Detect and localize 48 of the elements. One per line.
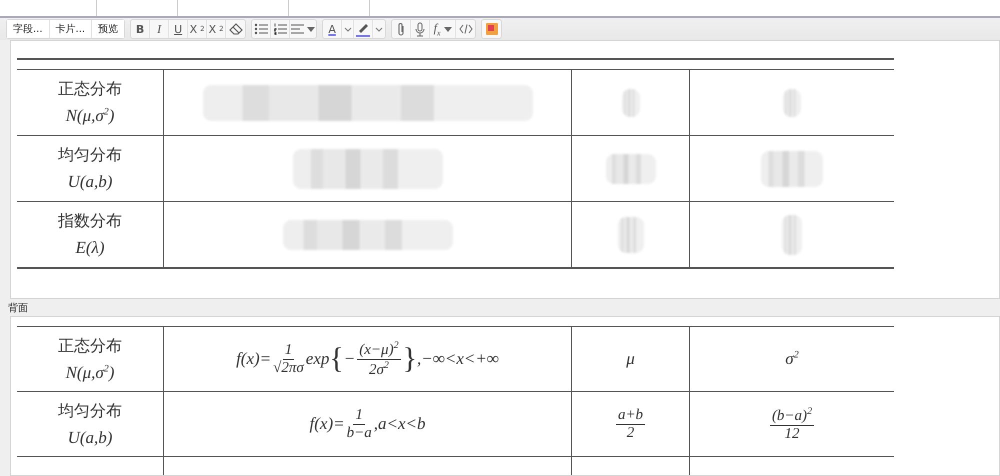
pixelated-block	[782, 214, 802, 254]
toolbar-button[interactable]: 预览	[92, 20, 124, 38]
color-swatch-icon	[486, 23, 498, 35]
underline-button[interactable]: U	[169, 20, 188, 38]
toolbar-button[interactable]: 字段...	[7, 20, 50, 38]
formula: a+b 2	[614, 406, 646, 442]
pixelated-block	[761, 150, 823, 186]
toolbar-button[interactable]: 卡片...	[50, 20, 92, 38]
caret-icon	[375, 26, 384, 32]
code-icon	[458, 24, 473, 34]
numbered-list-button[interactable]	[271, 20, 290, 38]
microphone-icon	[415, 22, 426, 36]
caret-icon	[307, 26, 316, 32]
pixelated-block	[606, 154, 656, 184]
italic-button[interactable]: I	[150, 20, 170, 38]
distribution-notation: E(λ)	[75, 238, 105, 258]
distribution-name: 均匀分布	[58, 400, 122, 422]
highlight-button[interactable]	[354, 20, 374, 38]
distribution-notation: N(μ,σ$^{2}$)	[66, 362, 114, 382]
caret-icon	[344, 26, 352, 32]
distribution-notation: N(μ,σ$^{2}$)	[66, 106, 114, 126]
field-label: 背面	[8, 302, 28, 314]
bold-button[interactable]: B	[131, 20, 150, 38]
pixelated-block	[618, 216, 644, 252]
distribution-name: 指数分布	[58, 211, 122, 232]
distribution-name: 均匀分布	[58, 145, 122, 166]
formula: σ$^{2}$	[785, 349, 799, 369]
distribution-notation: U(a,b)	[68, 428, 112, 448]
paperclip-icon	[397, 22, 406, 36]
distribution-notation: U(a,b)	[68, 172, 112, 192]
superscript-button[interactable]: X$^{2}$	[188, 20, 208, 38]
front-field[interactable]: 正态分布 N(μ,σ$^{2}$) 均匀分布 U(a,b) 指数分布 E(λ)	[10, 40, 1000, 299]
bulleted-list-icon	[254, 23, 268, 35]
formula: μ	[626, 349, 635, 369]
pixelated-block	[783, 88, 801, 116]
pixelated-block	[622, 88, 640, 116]
dropdown-button[interactable]	[342, 20, 354, 38]
bulleted-list-button[interactable]	[252, 20, 272, 38]
formula-button[interactable]: f$_{x}$	[430, 20, 456, 38]
highlighter-icon	[355, 21, 372, 37]
align-icon	[291, 24, 304, 34]
caret-icon	[444, 26, 452, 32]
distribution-name: 正态分布	[58, 336, 122, 356]
eraser-icon	[228, 23, 243, 35]
numbered-list-icon	[273, 23, 288, 35]
font-color-button[interactable]: A	[323, 20, 342, 38]
distribution-name: 正态分布	[58, 79, 122, 100]
formula: (b−a)$^{2}$ 12	[768, 406, 816, 442]
